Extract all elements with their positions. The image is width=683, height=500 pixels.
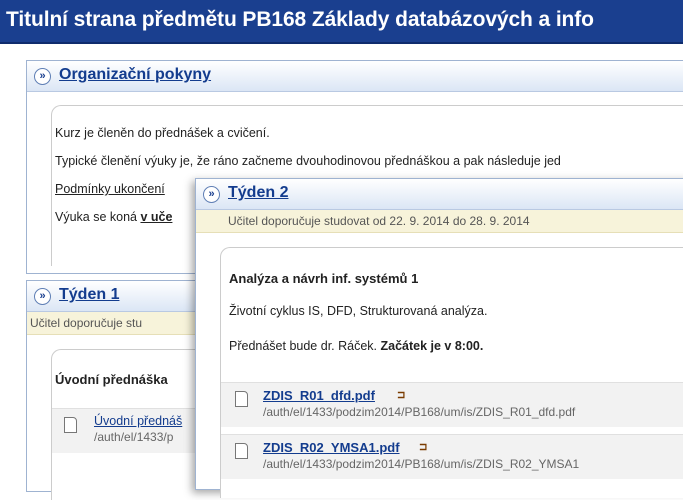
file-link-1[interactable]: ZDIS_R01_dfd.pdf	[263, 388, 375, 403]
tyden2-file-row-1[interactable]: ZDIS_R01_dfd.pdf ⊐ /auth/el/1433/podzim2…	[221, 382, 683, 427]
vyuka-text: Výuka se koná	[55, 210, 141, 224]
expand-icon[interactable]: »	[34, 68, 51, 85]
ucebna-link[interactable]: v uče	[140, 210, 172, 224]
file-icon	[64, 417, 77, 433]
tyden1-link[interactable]: Týden 1	[59, 286, 119, 304]
file-icon	[235, 391, 248, 407]
tyden1-lecture-title: Úvodní přednáška	[55, 372, 168, 387]
file-path-1: /auth/el/1433/podzim2014/PB168/um/is/ZDI…	[263, 405, 576, 419]
organizacni-header: » Organizační pokyny	[27, 61, 683, 92]
tyden2-file-row-2[interactable]: ZDIS_R02_YMSA1.pdf ⊐ /auth/el/1433/podzi…	[221, 434, 683, 479]
file-icon	[235, 443, 248, 459]
organizacni-line1: Kurz je členěn do přednášek a cvičení.	[55, 126, 270, 140]
tyden2-lecture-title: Analýza a návrh inf. systémů 1	[229, 271, 419, 286]
file-path-2: /auth/el/1433/podzim2014/PB168/um/is/ZDI…	[263, 457, 580, 471]
tyden1-file-link[interactable]: Úvodní přednáš	[94, 414, 182, 428]
podminky-link[interactable]: Podmínky ukončení	[55, 182, 165, 196]
tyden2-content: Analýza a návrh inf. systémů 1 Životní c…	[220, 247, 683, 498]
expand-icon[interactable]: »	[34, 288, 51, 305]
file-link-2[interactable]: ZDIS_R02_YMSA1.pdf	[263, 440, 400, 455]
organizacni-line2: Typické členění výuky je, že ráno začnem…	[55, 154, 561, 168]
tyden2-lecture-desc: Životní cyklus IS, DFD, Strukturovaná an…	[229, 304, 488, 318]
rss-icon[interactable]: ⊐	[397, 390, 405, 401]
tyden1-hint-text: Učitel doporučuje stu	[30, 316, 143, 330]
tyden2-link[interactable]: Týden 2	[228, 184, 288, 202]
tyden2-lecturer: Přednášet bude dr. Ráček. Začátek je v 8…	[229, 339, 483, 353]
start-text: Začátek je v 8:00.	[380, 339, 484, 353]
expand-icon[interactable]: »	[203, 186, 220, 203]
tyden2-panel: » Týden 2 Učitel doporučuje studovat od …	[195, 178, 683, 498]
organizacni-link[interactable]: Organizační pokyny	[59, 66, 211, 84]
rss-icon[interactable]: ⊐	[419, 442, 427, 453]
tyden2-header: » Týden 2	[196, 179, 683, 210]
tyden1-file-path: /auth/el/1433/p	[94, 430, 174, 444]
tyden2-hint-text: Učitel doporučuje studovat od 22. 9. 201…	[228, 214, 530, 228]
lecturer-text: Přednášet bude dr. Ráček.	[229, 339, 381, 353]
organizacni-line4: Výuka se koná v uče	[55, 210, 172, 224]
page-title: Titulní strana předmětu PB168 Základy da…	[6, 8, 594, 31]
tyden2-hint: Učitel doporučuje studovat od 22. 9. 201…	[196, 210, 683, 233]
page-header: Titulní strana předmětu PB168 Základy da…	[0, 0, 683, 44]
